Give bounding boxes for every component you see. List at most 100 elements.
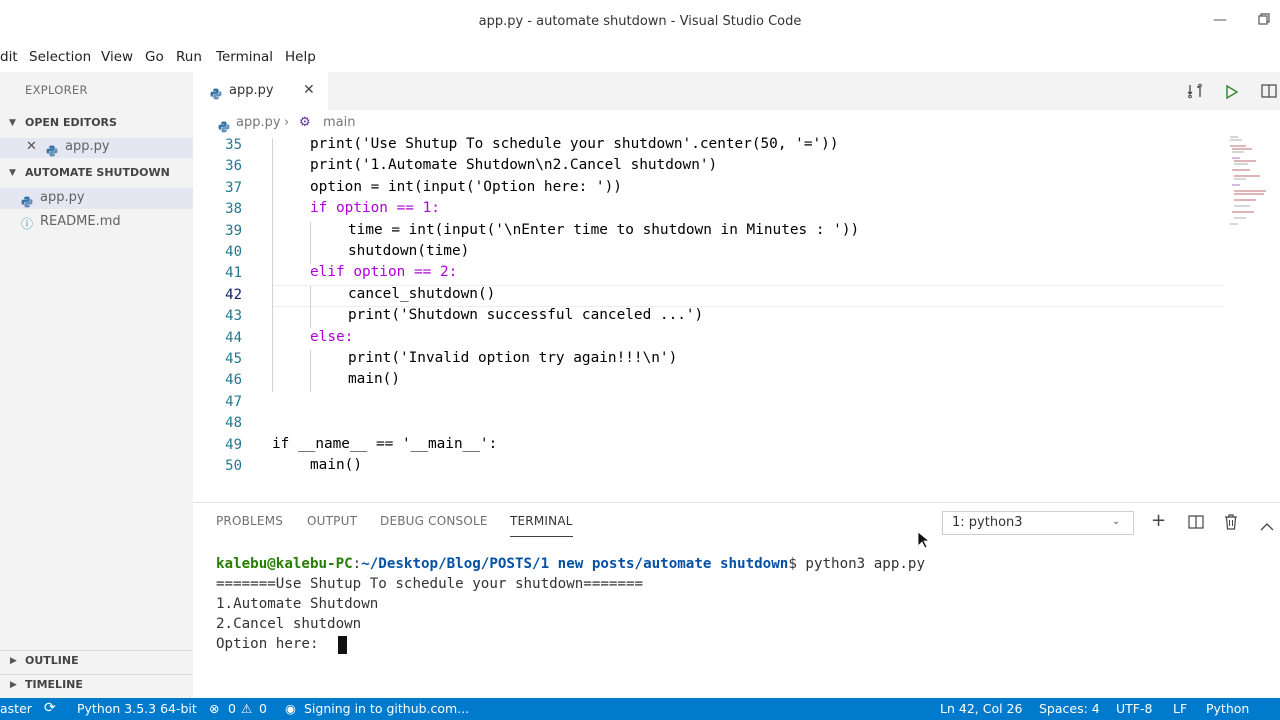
explorer-title: EXPLORER <box>25 83 88 97</box>
chevron-down-icon[interactable]: ▼ <box>9 118 16 128</box>
tab-output[interactable]: OUTPUT <box>307 514 357 528</box>
line-number: 46 <box>225 372 242 388</box>
chevron-right-icon[interactable]: ▶ <box>10 680 17 690</box>
terminal-prompt-line: kalebu@kalebu-PC:~/Desktop/Blog/POSTS/1 … <box>216 556 925 572</box>
line-number: 38 <box>225 201 242 217</box>
python-file-icon <box>46 142 58 161</box>
line-number: 41 <box>225 265 242 281</box>
code-line: else: <box>310 329 354 345</box>
menu-run[interactable]: Run <box>176 49 202 65</box>
chevron-up-icon[interactable] <box>1260 517 1274 536</box>
code-line: if __name__ == '__main__': <box>272 436 498 452</box>
terminal-colon: : <box>352 556 362 572</box>
line-number: 49 <box>225 437 242 453</box>
menu-go[interactable]: Go <box>145 49 164 65</box>
compare-changes-icon[interactable] <box>1187 83 1203 103</box>
close-icon[interactable]: ✕ <box>26 139 37 154</box>
breadcrumb-file[interactable]: app.py <box>236 115 281 130</box>
minimize-icon[interactable]: — <box>1213 12 1227 28</box>
tab-label[interactable]: app.py <box>229 83 274 98</box>
code-line: if option == 1: <box>310 200 440 216</box>
terminal-input-line[interactable]: Option here: <box>216 636 327 652</box>
menu-selection[interactable]: Selection <box>29 49 91 65</box>
chevron-right-icon[interactable]: ▶ <box>10 656 17 666</box>
terminal-command: python3 app.py <box>805 556 925 572</box>
code-line: main() <box>348 371 400 387</box>
line-number: 39 <box>225 223 242 239</box>
line-number: 40 <box>225 244 242 260</box>
status-errors[interactable]: 0 <box>228 701 236 716</box>
terminal-cursor <box>338 636 347 654</box>
status-warnings[interactable]: 0 <box>259 701 267 716</box>
terminal-user: kalebu@kalebu-PC <box>216 556 353 572</box>
line-number: 47 <box>225 394 242 410</box>
status-eol[interactable]: LF <box>1173 701 1187 716</box>
open-editor-label[interactable]: app.py <box>65 139 110 154</box>
line-number: 37 <box>225 180 242 196</box>
close-icon[interactable]: ✕ <box>303 82 315 98</box>
terminal-select-value[interactable]: 1: python3 <box>952 515 1023 530</box>
indent-guide <box>310 222 311 264</box>
editor-tab-bar <box>193 72 1280 110</box>
file-label-app-py[interactable]: app.py <box>40 190 85 205</box>
info-icon: ⓘ <box>21 217 34 231</box>
terminal-output-line: =======Use Shutup To schedule your shutd… <box>216 576 644 592</box>
minimap[interactable] <box>1226 134 1276 234</box>
warning-icon[interactable]: ⚠ <box>241 701 252 716</box>
tab-problems[interactable]: PROBLEMS <box>216 514 283 528</box>
chevron-right-icon: › <box>284 115 290 130</box>
status-interpreter[interactable]: Python 3.5.3 64-bit <box>77 701 197 716</box>
code-line: shutdown(time) <box>348 243 470 259</box>
indent-guide <box>310 350 311 392</box>
trash-icon[interactable] <box>1224 514 1238 534</box>
file-item-readme[interactable]: README.md <box>40 214 121 229</box>
terminal-output-line: 2.Cancel shutdown <box>216 616 362 632</box>
timeline-header[interactable]: TIMELINE <box>25 678 83 691</box>
mouse-cursor-icon <box>917 531 931 553</box>
menu-view[interactable]: View <box>101 49 133 65</box>
status-position[interactable]: Ln 42, Col 26 <box>940 701 1022 716</box>
line-number: 35 <box>225 137 242 153</box>
line-number: 48 <box>225 415 242 431</box>
symbol-method-icon: ⚙ <box>299 115 311 130</box>
status-encoding[interactable]: UTF-8 <box>1116 701 1152 716</box>
menu-edit[interactable]: dit <box>0 49 18 65</box>
line-number: 36 <box>225 158 242 174</box>
chevron-down-icon[interactable]: ⌄ <box>1112 516 1120 527</box>
code-line: print('Invalid option try again!!!\n') <box>348 350 678 366</box>
folder-header[interactable]: AUTOMATE SHUTDOWN <box>25 166 170 179</box>
error-icon[interactable]: ⊗ <box>209 701 219 716</box>
outline-header[interactable]: OUTLINE <box>25 654 79 667</box>
indent-guide <box>272 138 273 392</box>
line-number: 44 <box>225 330 242 346</box>
restore-icon[interactable] <box>1258 13 1270 29</box>
open-editors-header[interactable]: OPEN EDITORS <box>25 116 117 129</box>
chevron-down-icon[interactable]: ▼ <box>9 168 16 178</box>
line-number: 45 <box>225 351 242 367</box>
code-line: elif option == 2: <box>310 264 458 280</box>
plus-icon[interactable]: + <box>1151 510 1166 531</box>
line-number: 50 <box>225 458 242 474</box>
split-terminal-icon[interactable] <box>1188 514 1204 534</box>
code-line: print('Shutdown successful canceled ...'… <box>348 307 704 323</box>
status-branch[interactable]: aster <box>0 701 32 716</box>
line-number: 43 <box>225 308 242 324</box>
breadcrumb <box>193 110 1280 134</box>
tab-debug-console[interactable]: DEBUG CONSOLE <box>380 514 488 528</box>
menu-help[interactable]: Help <box>285 49 316 65</box>
menu-terminal[interactable]: Terminal <box>216 49 273 65</box>
line-number: 42 <box>225 287 242 303</box>
terminal-output-line: 1.Automate Shutdown <box>216 596 379 612</box>
code-line: print('Use Shutup To schedule your shutd… <box>310 136 839 152</box>
tab-terminal[interactable]: TERMINAL <box>510 514 573 528</box>
status-github[interactable]: Signing in to github.com... <box>304 701 469 716</box>
code-line: time = int(input('\nEnter time to shutdo… <box>348 222 860 238</box>
sync-icon[interactable]: ⟳ <box>44 700 56 716</box>
breadcrumb-symbol[interactable]: main <box>323 115 355 130</box>
split-editor-icon[interactable] <box>1261 83 1277 103</box>
code-line: option = int(input('Option here: ')) <box>310 179 622 195</box>
status-spaces[interactable]: Spaces: 4 <box>1039 701 1100 716</box>
python-file-icon <box>21 193 33 212</box>
run-icon[interactable] <box>1226 84 1239 103</box>
status-language[interactable]: Python <box>1206 701 1249 716</box>
